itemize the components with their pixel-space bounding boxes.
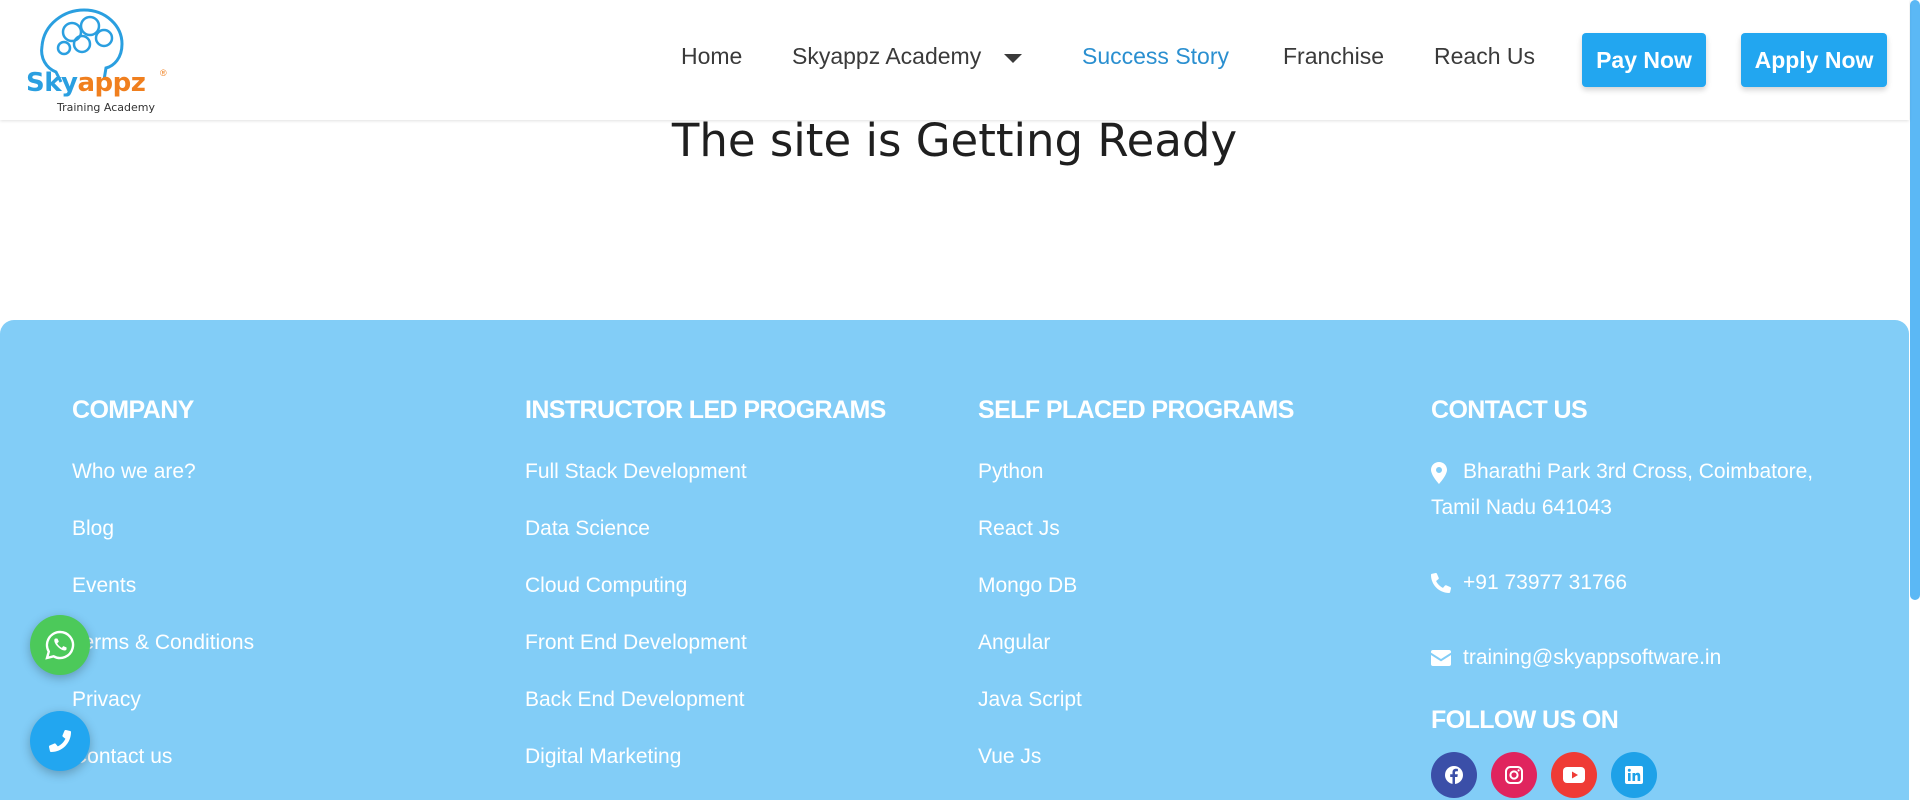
logo-brand-a: Sky: [26, 68, 78, 98]
footer-link-back-end[interactable]: Back End Development: [525, 688, 744, 712]
contact-email[interactable]: training@skyappsoftware.in: [1463, 646, 1721, 670]
footer-instructor-title: INSTRUCTOR LED PROGRAMS: [525, 396, 886, 424]
caret-down-icon[interactable]: [1004, 54, 1022, 63]
footer-link-events[interactable]: Events: [72, 574, 136, 598]
page-title: The site is Getting Ready: [671, 114, 1238, 167]
site-footer: COMPANY Who we are? Blog Events Terms & …: [0, 320, 1909, 800]
page-scrollbar[interactable]: [1910, 0, 1920, 600]
footer-link-angular[interactable]: Angular: [978, 631, 1050, 655]
footer-link-full-stack[interactable]: Full Stack Development: [525, 460, 747, 484]
nav-home[interactable]: Home: [681, 43, 742, 70]
whatsapp-icon[interactable]: [30, 615, 90, 675]
footer-link-blog[interactable]: Blog: [72, 517, 114, 541]
linkedin-icon[interactable]: [1611, 752, 1657, 798]
phone-icon: [49, 730, 71, 752]
nav-franchise[interactable]: Franchise: [1283, 43, 1384, 70]
site-header: Skyappz ® Training Academy Home Skyappz …: [0, 0, 1909, 120]
footer-link-javascript[interactable]: Java Script: [978, 688, 1082, 712]
logo-wordmark: Skyappz: [26, 68, 146, 98]
footer-follow-title: FOLLOW US ON: [1431, 706, 1619, 734]
footer-self-title: SELF PLACED PROGRAMS: [978, 396, 1294, 424]
logo-registered-mark: ®: [160, 68, 167, 78]
youtube-icon[interactable]: [1551, 752, 1597, 798]
logo-brand-b: appz: [77, 68, 146, 98]
footer-link-vue[interactable]: Vue Js: [978, 745, 1041, 769]
footer-link-front-end[interactable]: Front End Development: [525, 631, 747, 655]
nav-reach-us[interactable]: Reach Us: [1434, 43, 1535, 70]
footer-link-digital-marketing[interactable]: Digital Marketing: [525, 745, 681, 769]
nav-skyappz-academy[interactable]: Skyappz Academy: [792, 43, 981, 70]
footer-link-privacy[interactable]: Privacy: [72, 688, 141, 712]
footer-link-who-we-are[interactable]: Who we are?: [72, 460, 196, 484]
footer-link-cloud[interactable]: Cloud Computing: [525, 574, 687, 598]
contact-address-line1: Bharathi Park 3rd Cross, Coimbatore,: [1463, 460, 1814, 483]
footer-link-terms[interactable]: Terms & Conditions: [72, 631, 254, 655]
pay-now-button[interactable]: Pay Now: [1582, 33, 1706, 87]
contact-address-line2: Tamil Nadu 641043: [1431, 496, 1612, 519]
footer-link-react[interactable]: React Js: [978, 517, 1060, 541]
nav-success-story[interactable]: Success Story: [1082, 43, 1229, 70]
call-button[interactable]: [30, 711, 90, 771]
footer-link-mongo[interactable]: Mongo DB: [978, 574, 1077, 598]
logo-tagline: Training Academy: [57, 101, 155, 114]
map-marker-icon: [1431, 462, 1447, 484]
contact-phone[interactable]: +91 73977 31766: [1463, 571, 1627, 595]
apply-now-button[interactable]: Apply Now: [1741, 33, 1887, 87]
footer-company-title: COMPANY: [72, 396, 194, 424]
phone-icon: [1431, 573, 1451, 593]
envelope-icon: [1431, 650, 1451, 666]
facebook-icon[interactable]: [1431, 752, 1477, 798]
footer-link-data-science[interactable]: Data Science: [525, 517, 650, 541]
instagram-icon[interactable]: [1491, 752, 1537, 798]
footer-contact-title: CONTACT US: [1431, 396, 1588, 424]
footer-link-python[interactable]: Python: [978, 460, 1043, 484]
